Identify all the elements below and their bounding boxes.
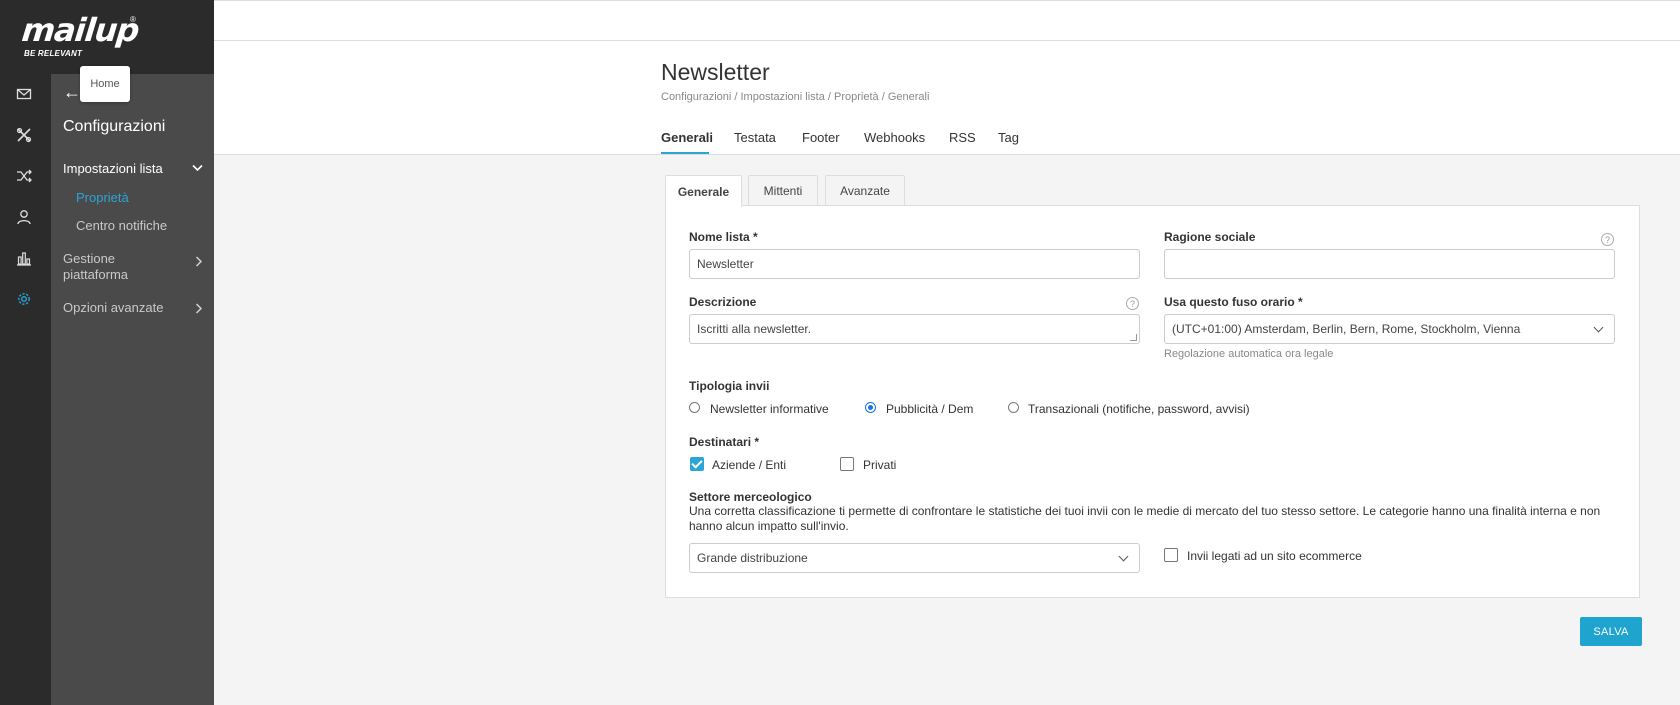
subtab-avanzate[interactable]: Avanzate bbox=[825, 175, 905, 206]
resize-handle-icon[interactable] bbox=[1130, 334, 1137, 341]
sidebar-title: Configurazioni bbox=[63, 118, 166, 135]
chevron-down-icon bbox=[192, 164, 203, 172]
checkbox-label: Invii legati ad un sito ecommerce bbox=[1187, 549, 1362, 563]
user-icon[interactable] bbox=[14, 207, 34, 227]
logo[interactable]: mailup ® BE RELEVANT bbox=[0, 0, 214, 74]
chevron-down-icon bbox=[1593, 322, 1604, 333]
radio-transazionali[interactable] bbox=[1008, 402, 1019, 413]
chevron-right-icon bbox=[195, 303, 203, 314]
checkbox-privati[interactable] bbox=[840, 457, 854, 471]
destinatari-label: Destinatari * bbox=[689, 435, 760, 449]
settore-merceologico-label: Settore merceologico bbox=[689, 490, 812, 504]
logo-registered-mark: ® bbox=[130, 15, 136, 24]
mail-icon[interactable] bbox=[14, 84, 34, 104]
fuso-orario-hint: Regolazione automatica ora legale bbox=[1164, 348, 1334, 360]
tab-footer[interactable]: Footer bbox=[802, 130, 840, 145]
ragione-sociale-label: Ragione sociale bbox=[1164, 230, 1256, 244]
sidebar-item-label: Opzioni avanzate bbox=[63, 300, 164, 315]
nome-lista-input[interactable] bbox=[689, 249, 1140, 279]
sidebar-item-proprieta[interactable]: Proprietà bbox=[76, 190, 129, 205]
settore-select[interactable]: Grande distribuzione bbox=[689, 543, 1140, 573]
descrizione-label: Descrizione bbox=[689, 295, 757, 309]
active-tab-indicator bbox=[661, 152, 709, 154]
tools-icon[interactable] bbox=[14, 125, 34, 145]
home-tooltip: Home bbox=[80, 66, 130, 102]
gear-icon[interactable] bbox=[14, 289, 34, 309]
descrizione-value: Iscritti alla newsletter. bbox=[697, 322, 812, 336]
settore-value: Grande distribuzione bbox=[697, 551, 808, 565]
descrizione-textarea[interactable]: Iscritti alla newsletter. bbox=[689, 314, 1140, 344]
nome-lista-label: Nome lista * bbox=[689, 230, 758, 244]
fuso-orario-label: Usa questo fuso orario * bbox=[1164, 295, 1303, 309]
logo-tagline: BE RELEVANT bbox=[24, 49, 83, 58]
sidebar-panel: ← Configurazioni Impostazioni lista Prop… bbox=[51, 74, 214, 705]
icon-rail bbox=[0, 0, 51, 705]
bar-chart-icon[interactable] bbox=[14, 248, 34, 268]
radio-label: Pubblicità / Dem bbox=[886, 402, 974, 416]
tab-webhooks[interactable]: Webhooks bbox=[864, 130, 925, 145]
sidebar-section-impostazioni-lista[interactable]: Impostazioni lista bbox=[63, 161, 203, 176]
radio-pubblicita-dem[interactable] bbox=[865, 402, 876, 413]
sidebar-item-opzioni-avanzate[interactable]: Opzioni avanzate bbox=[63, 300, 203, 316]
help-icon[interactable]: ? bbox=[1601, 233, 1614, 246]
page-header: Newsletter Configurazioni / Impostazioni… bbox=[214, 41, 1680, 155]
checkbox-ecommerce[interactable] bbox=[1164, 548, 1178, 562]
help-icon[interactable]: ? bbox=[1126, 297, 1139, 310]
tipologia-invii-label: Tipologia invii bbox=[689, 379, 770, 393]
sidebar-item-label: Gestione piattaforma bbox=[63, 251, 129, 282]
subtab-mittenti[interactable]: Mittenti bbox=[748, 175, 818, 206]
ragione-sociale-input[interactable] bbox=[1164, 249, 1615, 279]
page-title: Newsletter bbox=[661, 59, 770, 85]
checkbox-label: Aziende / Enti bbox=[712, 458, 787, 472]
logo-text: mailup bbox=[20, 11, 141, 49]
top-bar bbox=[214, 0, 1680, 41]
tab-tag[interactable]: Tag bbox=[998, 130, 1019, 145]
tab-rss[interactable]: RSS bbox=[949, 130, 976, 145]
save-button[interactable]: SALVA bbox=[1580, 617, 1642, 646]
shuffle-icon[interactable] bbox=[14, 166, 34, 186]
settore-description: Una corretta classificazione ti permette… bbox=[689, 504, 1601, 533]
subtab-generale[interactable]: Generale bbox=[665, 175, 742, 207]
radio-newsletter-informative[interactable] bbox=[689, 402, 700, 413]
chevron-right-icon bbox=[195, 256, 203, 267]
sidebar-item-centro-notifiche[interactable]: Centro notifiche bbox=[76, 218, 167, 233]
breadcrumb[interactable]: Configurazioni / Impostazioni lista / Pr… bbox=[661, 91, 929, 103]
fuso-orario-select[interactable]: (UTC+01:00) Amsterdam, Berlin, Bern, Rom… bbox=[1164, 314, 1615, 344]
back-arrow-icon[interactable]: ← bbox=[63, 83, 81, 101]
checkbox-aziende-enti[interactable] bbox=[690, 457, 704, 471]
fuso-orario-value: (UTC+01:00) Amsterdam, Berlin, Bern, Rom… bbox=[1172, 322, 1521, 336]
tab-testata[interactable]: Testata bbox=[734, 130, 776, 145]
radio-label: Transazionali (notifiche, password, avvi… bbox=[1028, 402, 1250, 416]
chevron-down-icon bbox=[1118, 551, 1129, 562]
checkbox-label: Privati bbox=[863, 458, 897, 472]
sidebar-item-gestione-piattaforma[interactable]: Gestione piattaforma bbox=[63, 251, 203, 283]
sidebar-section-label: Impostazioni lista bbox=[63, 161, 163, 176]
tab-generali[interactable]: Generali bbox=[661, 130, 713, 145]
radio-label: Newsletter informative bbox=[710, 402, 829, 416]
